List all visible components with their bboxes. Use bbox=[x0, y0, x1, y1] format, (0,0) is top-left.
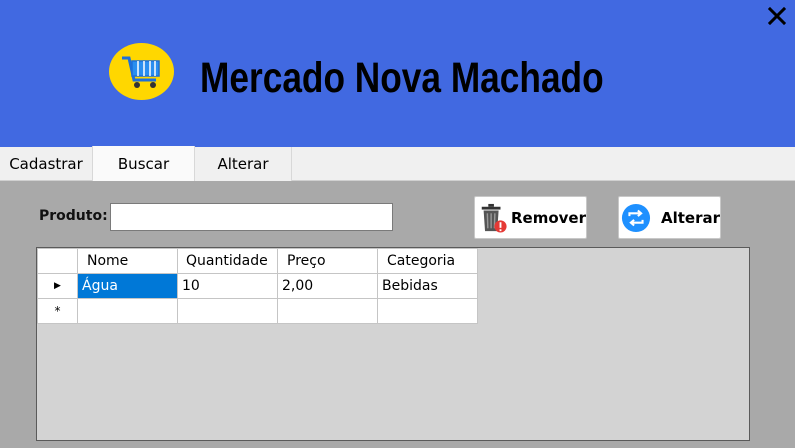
tab-buscar[interactable]: Buscar bbox=[92, 146, 195, 181]
column-header-categoria[interactable]: Categoria bbox=[377, 248, 478, 274]
alterar-label: Alterar bbox=[660, 208, 720, 227]
close-button[interactable] bbox=[765, 4, 789, 28]
cell-nome[interactable]: Água bbox=[77, 273, 178, 299]
new-cell-categoria[interactable] bbox=[377, 298, 478, 324]
shopping-cart-icon bbox=[121, 56, 160, 88]
tab-alterar[interactable]: Alterar bbox=[195, 147, 292, 181]
current-row-indicator[interactable]: ▶ bbox=[37, 273, 78, 299]
cell-preco[interactable]: 2,00 bbox=[277, 273, 378, 299]
app-header: Mercado Nova Machado bbox=[0, 0, 795, 147]
tab-bar: Cadastrar Buscar Alterar bbox=[0, 146, 795, 181]
new-cell-quantidade[interactable] bbox=[177, 298, 278, 324]
alterar-button[interactable]: Alterar bbox=[618, 196, 721, 239]
products-table: Nome Quantidade Preço Categoria ▶ Água 1… bbox=[37, 248, 478, 324]
new-cell-preco[interactable] bbox=[277, 298, 378, 324]
new-row-indicator[interactable]: * bbox=[37, 298, 78, 324]
cell-categoria[interactable]: Bebidas bbox=[377, 273, 478, 299]
new-row[interactable]: * bbox=[37, 298, 478, 324]
table-row[interactable]: ▶ Água 10 2,00 Bebidas bbox=[37, 273, 478, 299]
row-header-corner bbox=[37, 248, 78, 274]
products-grid[interactable]: Nome Quantidade Preço Categoria ▶ Água 1… bbox=[36, 247, 750, 441]
produto-input[interactable] bbox=[110, 203, 393, 231]
tab-cadastrar[interactable]: Cadastrar bbox=[0, 147, 92, 181]
remover-label: Remover bbox=[510, 208, 586, 227]
app-title: Mercado Nova Machado bbox=[200, 54, 604, 102]
produto-label: Produto: bbox=[39, 208, 108, 224]
close-icon bbox=[768, 7, 786, 25]
remover-button[interactable]: Remover bbox=[474, 196, 587, 239]
table-header-row: Nome Quantidade Preço Categoria bbox=[37, 248, 478, 274]
column-header-nome[interactable]: Nome bbox=[77, 248, 178, 274]
refresh-icon bbox=[621, 203, 651, 232]
new-cell-nome[interactable] bbox=[77, 298, 178, 324]
cell-quantidade[interactable]: 10 bbox=[177, 273, 278, 299]
column-header-preco[interactable]: Preço bbox=[277, 248, 378, 274]
column-header-quantidade[interactable]: Quantidade bbox=[177, 248, 278, 274]
logo bbox=[109, 43, 174, 100]
trash-icon bbox=[481, 203, 507, 233]
